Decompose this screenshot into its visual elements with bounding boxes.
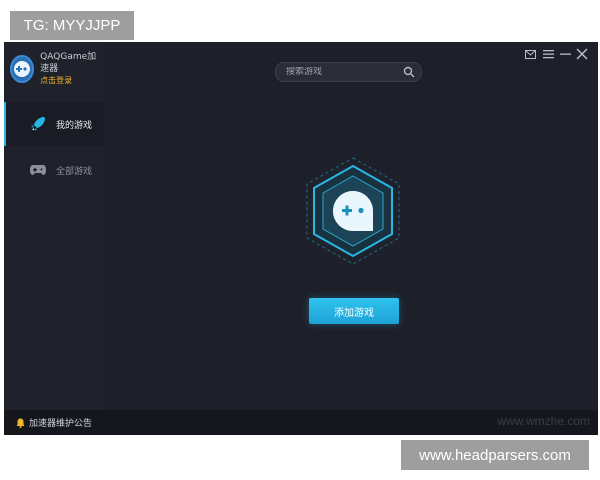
nav-my-games[interactable]: 我的游戏 xyxy=(4,102,104,146)
brand: QAQGame加速器 点击登录 xyxy=(10,51,104,86)
login-link[interactable]: 点击登录 xyxy=(40,75,104,86)
site-url-label: www.headparsers.com xyxy=(401,440,589,470)
app-window: QAQGame加速器 点击登录 我的游戏 全部游戏 搜索游戏 添加游戏 加速器维… xyxy=(4,42,598,435)
page: TG: MYYJJPP QAQGame加速器 点击登录 我的游戏 全部游戏 搜索… xyxy=(0,0,600,480)
sidebar: QAQGame加速器 点击登录 我的游戏 全部游戏 xyxy=(4,42,104,410)
app-logo-icon xyxy=(10,54,35,83)
footer-bar: 加速器维护公告 www.wmzhe.com xyxy=(4,410,598,435)
app-title: QAQGame加速器 xyxy=(40,52,97,74)
search-box[interactable] xyxy=(275,62,422,82)
minimize-icon[interactable] xyxy=(558,47,572,61)
search-input[interactable] xyxy=(286,67,401,77)
bell-icon xyxy=(16,418,25,428)
search-icon[interactable] xyxy=(403,66,415,78)
empty-state-illustration xyxy=(294,152,412,270)
rocket-icon xyxy=(28,114,48,134)
nav-all-games-label: 全部游戏 xyxy=(56,166,93,177)
close-icon[interactable] xyxy=(575,47,589,61)
maintenance-notice-link[interactable]: 加速器维护公告 xyxy=(29,416,92,429)
mail-icon[interactable] xyxy=(523,47,537,61)
tg-label: TG: MYYJJPP xyxy=(10,11,134,40)
hexagon-logo-icon xyxy=(295,153,411,269)
add-game-button[interactable]: 添加游戏 xyxy=(309,298,399,324)
menu-icon[interactable] xyxy=(541,47,555,61)
nav-my-games-label: 我的游戏 xyxy=(56,120,93,131)
nav-all-games[interactable]: 全部游戏 xyxy=(4,148,104,192)
watermark-text: www.wmzhe.com xyxy=(497,414,590,428)
gamepad-icon xyxy=(28,160,48,180)
